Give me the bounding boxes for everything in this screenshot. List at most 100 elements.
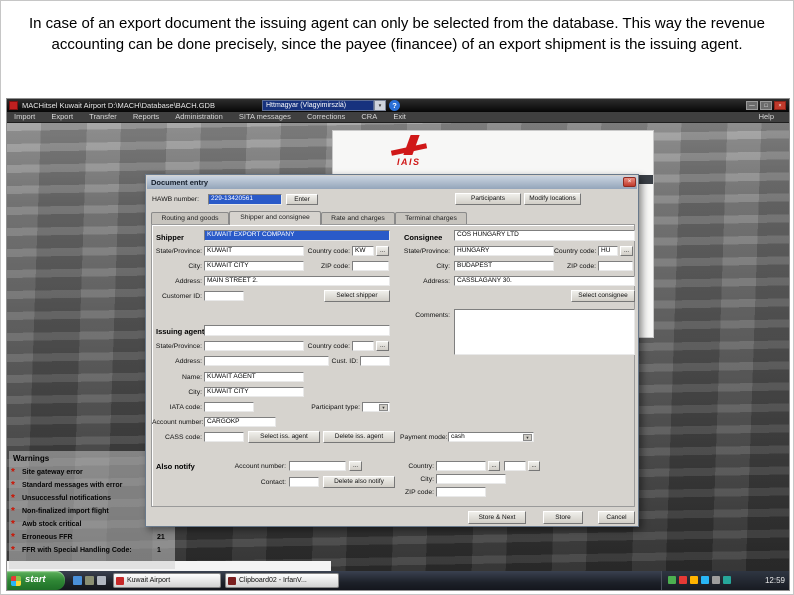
shipper-customer-id-label: Customer ID: — [161, 293, 202, 300]
shipper-name-input[interactable]: KUWAIT EXPORT COMPANY — [204, 230, 390, 241]
agent-country-code-input[interactable] — [352, 341, 374, 351]
notify-contact-input[interactable] — [289, 477, 319, 487]
notify-account-lookup-icon[interactable]: ... — [349, 461, 362, 471]
agent-country-lookup-icon[interactable]: ... — [376, 341, 389, 351]
menu-import[interactable]: Import — [7, 112, 42, 122]
consignee-country-code-input[interactable]: HU — [598, 246, 618, 256]
payment-mode-select[interactable]: cash ▼ — [448, 432, 534, 442]
comments-input[interactable] — [454, 309, 635, 355]
notify-contact-label: Contact: — [260, 479, 286, 486]
tray-icon-1[interactable] — [668, 576, 676, 584]
caption-text: In case of an export document the issuin… — [28, 15, 765, 54]
menu-corrections[interactable]: Corrections — [300, 112, 352, 122]
menu-sita-messages[interactable]: SITA messages — [232, 112, 298, 122]
notify-zip-input[interactable] — [436, 487, 486, 497]
delete-issuing-agent-button[interactable]: Delete iss. agent — [323, 431, 395, 443]
start-button[interactable]: start — [7, 571, 65, 590]
help-icon[interactable]: ? — [389, 100, 400, 111]
menu-transfer[interactable]: Transfer — [82, 112, 124, 122]
issuing-agent-name-input[interactable] — [204, 325, 390, 336]
notify-account-input[interactable] — [289, 461, 346, 471]
shipper-section-label: Shipper — [156, 233, 184, 242]
store-button[interactable]: Store — [543, 511, 583, 524]
consignee-address-input[interactable]: CASSLAGANY 30. — [454, 276, 635, 286]
agent-city-input[interactable]: KUWAIT CITY — [204, 387, 304, 397]
warning-item[interactable]: * FFR with Special Handling Code: 1 — [9, 545, 175, 558]
cancel-button[interactable]: Cancel — [598, 511, 635, 524]
dialog-close-icon[interactable]: × — [623, 177, 636, 187]
consignee-name-input[interactable]: COS HUNGARY LTD — [454, 230, 635, 241]
menu-help[interactable]: Help — [752, 112, 781, 122]
consignee-city-label: City: — [436, 263, 450, 270]
menu-cra[interactable]: CRA — [354, 112, 384, 122]
tab-shipper-and-consignee[interactable]: Shipper and consignee — [229, 211, 321, 225]
tray-icon-5[interactable] — [712, 576, 720, 584]
menu-reports[interactable]: Reports — [126, 112, 166, 122]
shipper-state-input[interactable]: KUWAIT — [204, 246, 304, 256]
consignee-zip-input[interactable] — [598, 261, 633, 271]
consignee-state-input[interactable]: HUNGARY — [454, 246, 554, 256]
tray-icon-3[interactable] — [690, 576, 698, 584]
participant-type-dropdown-icon[interactable]: ▼ — [379, 404, 388, 411]
modify-locations-button[interactable]: Modify locations — [524, 193, 581, 205]
select-issuing-agent-button[interactable]: Select iss. agent — [248, 431, 320, 443]
maximize-button[interactable]: □ — [760, 101, 772, 110]
select-consignee-button[interactable]: Select consignee — [571, 290, 635, 302]
task-button-clipboard[interactable]: Clipboard02 - IrfanV... — [225, 573, 339, 588]
shipper-country-lookup-icon[interactable]: ... — [376, 246, 389, 256]
dialog-titlebar[interactable]: Document entry — [147, 176, 637, 189]
task-button-kuwait-airport[interactable]: Kuwait Airport — [113, 573, 221, 588]
menu-administration[interactable]: Administration — [168, 112, 230, 122]
delete-also-notify-button[interactable]: Delete also notify — [323, 476, 395, 488]
quick-launch-icon-2[interactable] — [85, 576, 94, 585]
language-selector[interactable]: Httmagyar (Vlagyimirszlá) — [262, 100, 374, 111]
menu-export[interactable]: Export — [44, 112, 80, 122]
tray-icon-2[interactable] — [679, 576, 687, 584]
store-and-next-button[interactable]: Store & Next — [468, 511, 526, 524]
enter-button[interactable]: Enter — [286, 194, 318, 205]
notify-country-lookup-icon[interactable]: ... — [488, 461, 500, 471]
agent-account-input[interactable]: CARGOKP — [204, 417, 276, 427]
warning-bullet-icon: * — [11, 467, 15, 478]
cass-code-input[interactable] — [204, 432, 244, 442]
participant-type-select[interactable]: ▼ — [362, 402, 390, 412]
tray-icon-6[interactable] — [723, 576, 731, 584]
notify-city-input[interactable] — [436, 474, 506, 484]
hawb-number-label: HAWB number: — [152, 196, 199, 203]
system-tray: 12:59 — [661, 571, 789, 590]
agent-state-input[interactable] — [204, 341, 304, 351]
notify-country-code-input[interactable] — [504, 461, 526, 471]
agent-iata-input[interactable] — [204, 402, 254, 412]
notify-country-input[interactable] — [436, 461, 486, 471]
tray-icon-4[interactable] — [701, 576, 709, 584]
agent-iata-label: IATA code: — [169, 404, 202, 411]
close-button[interactable]: × — [774, 101, 786, 110]
notify-country-code-lookup-icon[interactable]: ... — [528, 461, 540, 471]
participants-button[interactable]: Participants — [455, 193, 521, 205]
menu-exit[interactable]: Exit — [386, 112, 413, 122]
consignee-city-input[interactable]: BUDAPEST — [454, 261, 554, 271]
shipper-zip-input[interactable] — [352, 261, 389, 271]
agent-cust-id-input[interactable] — [360, 356, 390, 366]
agent-address-input[interactable] — [204, 356, 329, 366]
agent-name-label: Name: — [181, 374, 202, 381]
task-app-icon — [116, 577, 124, 585]
shipper-address-input[interactable]: MAIN STREET 2. — [204, 276, 390, 286]
quick-launch-icon-1[interactable] — [73, 576, 82, 585]
cass-code-label: CASS code: — [164, 434, 202, 441]
shipper-city-input[interactable]: KUWAIT CITY — [204, 261, 304, 271]
consignee-country-lookup-icon[interactable]: ... — [620, 246, 633, 256]
select-shipper-button[interactable]: Select shipper — [324, 290, 390, 302]
quick-launch-icon-3[interactable] — [97, 576, 106, 585]
language-dropdown-icon[interactable]: ▼ — [374, 100, 386, 111]
payment-mode-dropdown-icon[interactable]: ▼ — [523, 434, 532, 441]
hawb-number-input[interactable]: 229-13420561 — [208, 194, 282, 205]
app-icon — [9, 101, 18, 110]
agent-name-field[interactable]: KUWAIT AGENT — [204, 372, 304, 382]
shipper-customer-id-input[interactable] — [204, 291, 244, 301]
shipper-zip-label: ZIP code: — [321, 263, 350, 270]
minimize-button[interactable]: — — [746, 101, 758, 110]
warning-label: Site gateway error — [22, 469, 83, 476]
shipper-country-code-input[interactable]: KW — [352, 246, 374, 256]
warning-item[interactable]: * Erroneous FFR 21 — [9, 532, 175, 545]
